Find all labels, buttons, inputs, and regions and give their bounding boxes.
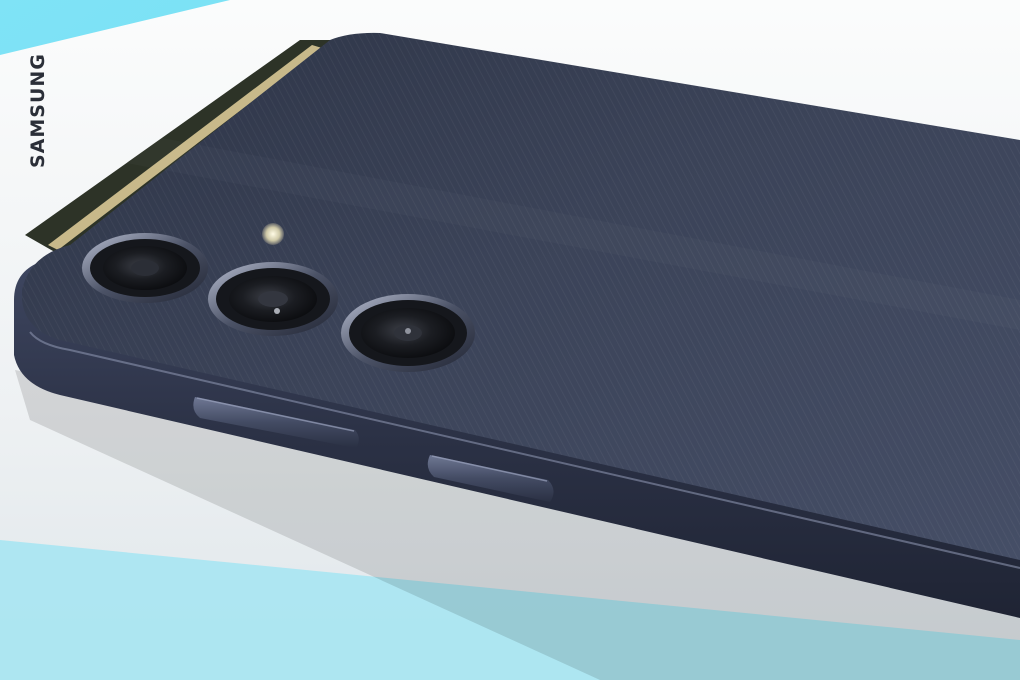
box-brand-logo: SAMSUNG [27,53,49,168]
camera-lens-2 [208,262,338,336]
camera-lens-3 [341,294,475,372]
flash-icon [262,223,284,245]
photo-canvas: SAMSUNG [0,0,1020,680]
camera-lens-1 [82,233,208,303]
product-photo: SAMSUNG [0,0,1020,680]
